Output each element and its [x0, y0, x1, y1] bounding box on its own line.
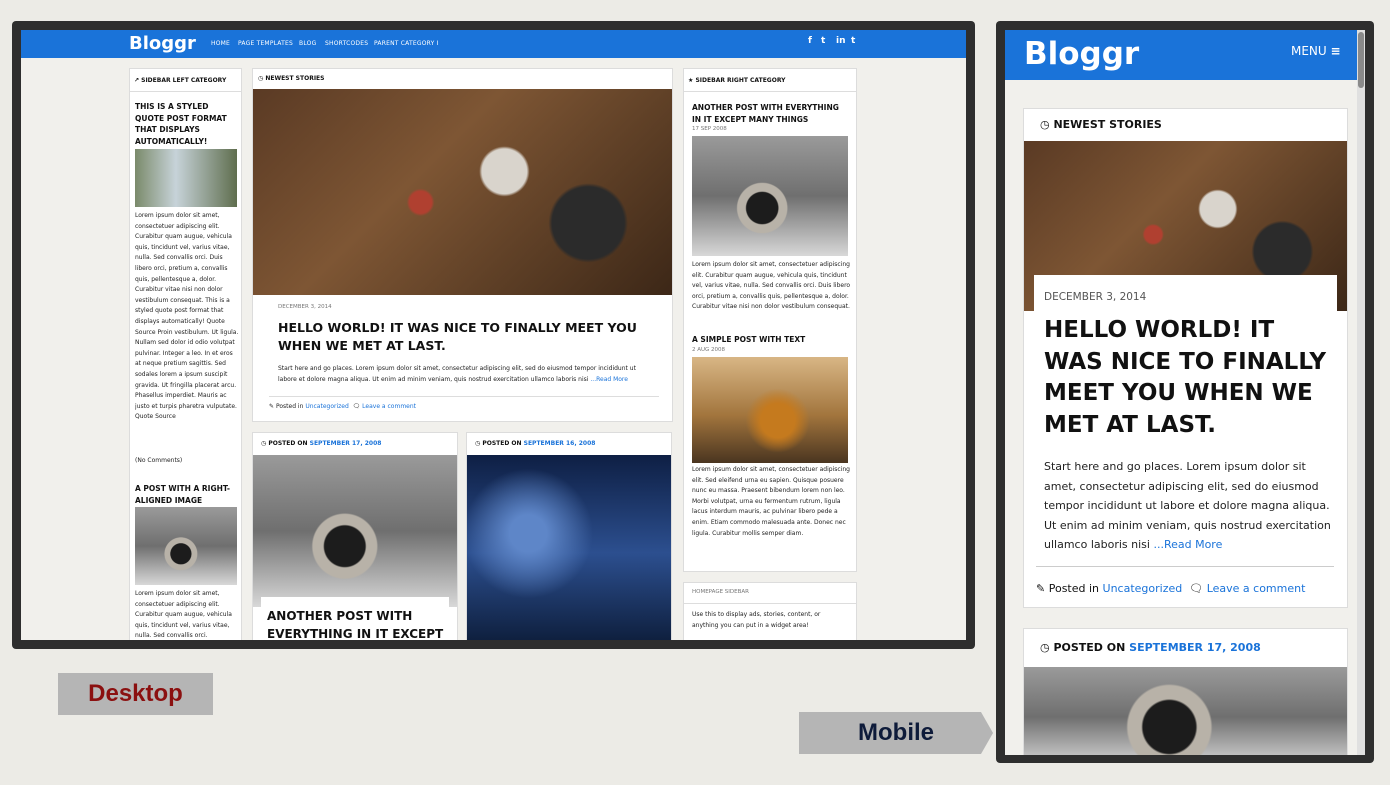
featured-title[interactable]: HELLO WORLD! IT WAS NICE TO FINALLY MEET…	[278, 319, 638, 355]
clock-icon: ◷	[1040, 118, 1050, 131]
featured-image[interactable]	[253, 89, 672, 295]
right-post-image[interactable]	[692, 136, 848, 256]
mobile-site-logo[interactable]: Bloggr	[1024, 36, 1139, 72]
featured-date: DECEMBER 3, 2014	[278, 304, 332, 310]
no-comments-link[interactable]: (No Comments)	[135, 456, 182, 467]
mobile-featured-excerpt: Start here and go places. Lorem ipsum do…	[1044, 460, 1331, 551]
left-post2-title[interactable]: A POST WITH A RIGHT-ALIGNED IMAGE	[135, 483, 237, 506]
divider	[1036, 566, 1334, 567]
nav-item-home[interactable]: HOME	[211, 40, 230, 47]
right-post2-date: 2 AUG 2008	[692, 347, 726, 353]
homepage-sidebar-widget: HOMEPAGE SIDEBAR Use this to display ads…	[683, 582, 857, 640]
grid-post-meta: ◷ POSTED ON SEPTEMBER 16, 2008	[475, 440, 596, 447]
hamburger-icon: ≡	[1330, 44, 1341, 58]
mobile-scrollbar-thumb[interactable]	[1358, 32, 1364, 88]
mobile-post-meta: ◷ POSTED ON SEPTEMBER 17, 2008	[1040, 641, 1261, 654]
star-icon: ★	[688, 77, 694, 84]
mobile-read-more-link[interactable]: ...Read More	[1153, 538, 1222, 551]
site-logo[interactable]: Bloggr	[129, 33, 196, 54]
desktop-navbar: Bloggr HOME PAGE TEMPLATES BLOG SHORTCOD…	[21, 30, 966, 58]
leave-comment-link[interactable]: Leave a comment	[362, 403, 416, 410]
desktop-label: Desktop	[58, 673, 213, 715]
comment-icon: 🗨	[350, 403, 361, 410]
divider	[684, 603, 856, 604]
grid-post-card: ◷ POSTED ON SEPTEMBER 17, 2008 ANOTHER P…	[252, 432, 458, 640]
clock-icon: ◷	[261, 440, 267, 447]
facebook-icon[interactable]: f	[808, 36, 812, 46]
mobile-featured-date: DECEMBER 3, 2014	[1044, 291, 1147, 303]
nav-item-parent-category[interactable]: PARENT CATEGORY I	[374, 40, 439, 47]
mobile-post-date-link[interactable]: SEPTEMBER 17, 2008	[1129, 641, 1261, 654]
grid-post-title[interactable]: ANOTHER POST WITH EVERYTHING IN IT EXCEP…	[267, 607, 447, 640]
nav-item-shortcodes[interactable]: SHORTCODES	[325, 40, 368, 47]
clock-icon: ◷	[475, 440, 481, 447]
mobile-post-image[interactable]	[1024, 667, 1347, 755]
divider	[269, 396, 659, 397]
featured-post-card: ◷ NEWEST STORIES DECEMBER 3, 2014 HELLO …	[252, 68, 673, 422]
mobile-newest-stories-header: ◷ NEWEST STORIES	[1040, 118, 1162, 131]
left-post2-text: Lorem ipsum dolor sit amet, consectetuer…	[135, 590, 232, 640]
mobile-category-link[interactable]: Uncategorized	[1103, 582, 1183, 595]
pencil-icon: ✎	[269, 403, 275, 410]
grid-post-image[interactable]	[253, 455, 457, 607]
comment-icon: 🗨	[1185, 582, 1204, 595]
grid-post-date-link[interactable]: SEPTEMBER 17, 2008	[310, 440, 382, 447]
left-sidebar: ↗ SIDEBAR LEFT CATEGORY THIS IS A STYLED…	[129, 68, 242, 640]
mobile-post-card: ◷ POSTED ON SEPTEMBER 17, 2008	[1023, 628, 1348, 755]
mobile-scrollbar[interactable]	[1357, 30, 1365, 755]
right-post-title[interactable]: ANOTHER POST WITH EVERYTHING IN IT EXCEP…	[692, 102, 850, 125]
mobile-screen: Bloggr MENU ≡ ◷ NEWEST STORIES DECEMBER …	[1005, 30, 1365, 755]
grid-post-image[interactable]	[467, 455, 671, 640]
nav-item-blog[interactable]: BLOG	[299, 40, 316, 47]
clock-icon: ◷	[258, 75, 264, 82]
left-post2-image[interactable]	[135, 507, 237, 585]
mobile-navbar: Bloggr MENU ≡	[1005, 30, 1357, 80]
grid-post-meta: ◷ POSTED ON SEPTEMBER 17, 2008	[261, 440, 382, 447]
twitter-icon[interactable]: t	[821, 36, 825, 46]
right-sidebar-header: ★ SIDEBAR RIGHT CATEGORY	[688, 77, 786, 84]
homepage-sidebar-text: Use this to display ads, stories, conten…	[692, 611, 821, 629]
left-post-title[interactable]: THIS IS A STYLED QUOTE POST FORMAT THAT …	[135, 101, 237, 147]
desktop-screen: Bloggr HOME PAGE TEMPLATES BLOG SHORTCOD…	[21, 30, 966, 640]
grid-post-card: ◷ POSTED ON SEPTEMBER 16, 2008	[466, 432, 672, 640]
tumblr-icon[interactable]: t	[851, 36, 855, 46]
category-link[interactable]: Uncategorized	[305, 403, 348, 410]
clock-icon: ◷	[1040, 641, 1050, 654]
mobile-featured-meta: ✎ Posted in Uncategorized 🗨 Leave a comm…	[1036, 582, 1306, 595]
read-more-link[interactable]: ...Read More	[590, 376, 628, 383]
pencil-icon: ✎	[1036, 582, 1046, 595]
left-sidebar-header: ↗ SIDEBAR LEFT CATEGORY	[134, 77, 227, 84]
mobile-menu-button[interactable]: MENU ≡	[1291, 44, 1341, 58]
linkedin-icon[interactable]: in	[836, 36, 846, 46]
left-post-image[interactable]	[135, 149, 237, 207]
divider	[130, 91, 241, 92]
right-post2-text: Lorem ipsum dolor sit amet, consectetuer…	[692, 466, 850, 537]
chart-icon: ↗	[134, 77, 140, 84]
mobile-featured-card: ◷ NEWEST STORIES DECEMBER 3, 2014 HELLO …	[1023, 108, 1348, 608]
homepage-sidebar-title: HOMEPAGE SIDEBAR	[692, 589, 749, 595]
nav-item-page-templates[interactable]: PAGE TEMPLATES	[238, 40, 293, 47]
divider	[684, 91, 856, 92]
grid-post-date-link[interactable]: SEPTEMBER 16, 2008	[524, 440, 596, 447]
right-post2-image[interactable]	[692, 357, 848, 463]
right-post2-title[interactable]: A SIMPLE POST WITH TEXT	[692, 334, 850, 346]
featured-meta: ✎ Posted in Uncategorized 🗨 Leave a comm…	[269, 403, 417, 410]
mobile-label: Mobile	[799, 712, 993, 754]
right-post-date: 17 SEP 2008	[692, 126, 727, 132]
featured-excerpt: Start here and go places. Lorem ipsum do…	[278, 365, 636, 383]
newest-stories-header: ◷ NEWEST STORIES	[258, 75, 325, 82]
left-post-text: Lorem ipsum dolor sit amet, consectetuer…	[135, 212, 239, 421]
right-sidebar: ★ SIDEBAR RIGHT CATEGORY ANOTHER POST WI…	[683, 68, 857, 572]
right-post-text: Lorem ipsum dolor sit amet, consectetuer…	[692, 261, 851, 311]
mobile-leave-comment-link[interactable]: Leave a comment	[1207, 582, 1306, 595]
mobile-featured-title[interactable]: HELLO WORLD! IT WAS NICE TO FINALLY MEET…	[1044, 315, 1334, 441]
